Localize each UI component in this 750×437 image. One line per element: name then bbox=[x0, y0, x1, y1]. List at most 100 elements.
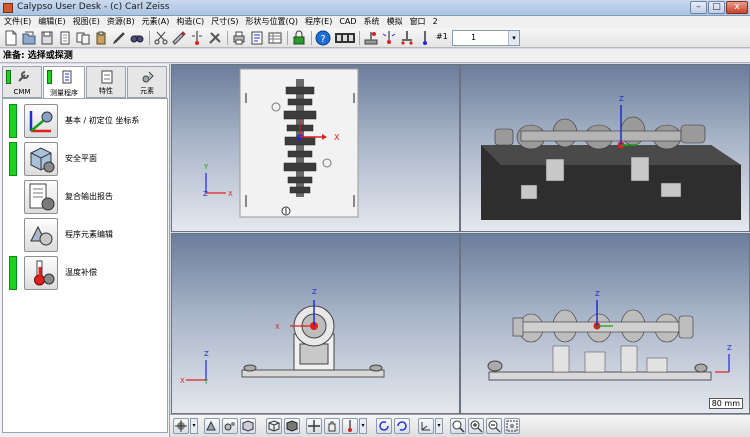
feature-icon[interactable] bbox=[222, 418, 238, 434]
solid-icon[interactable] bbox=[284, 418, 300, 434]
viewport-front-view[interactable]: Z X Z X Y bbox=[171, 233, 460, 414]
scissors-icon[interactable] bbox=[153, 30, 169, 46]
x-axis-label: X bbox=[228, 190, 233, 198]
probe-change-icon[interactable] bbox=[381, 30, 397, 46]
menu-view[interactable]: 视图(E) bbox=[69, 16, 103, 28]
menu-size[interactable]: 尺寸(S) bbox=[207, 16, 241, 28]
find-icon[interactable] bbox=[129, 30, 145, 46]
film-icon[interactable] bbox=[334, 30, 356, 46]
svg-text:?: ? bbox=[320, 34, 325, 45]
stylus-icon[interactable] bbox=[399, 30, 415, 46]
y-axis-label: Y bbox=[203, 163, 209, 171]
panel-tabs: CMM 测量程序 特性 元素 bbox=[2, 66, 168, 99]
view-mode-icon[interactable] bbox=[173, 418, 189, 434]
viewport-side-view[interactable]: Z Z 80 mm bbox=[460, 233, 750, 414]
probe-view-icon[interactable] bbox=[342, 418, 358, 434]
save-icon[interactable] bbox=[39, 30, 55, 46]
close-button[interactable]: x bbox=[726, 1, 748, 14]
menu-program[interactable]: 程序(E) bbox=[301, 16, 335, 28]
move-icon[interactable] bbox=[306, 418, 322, 434]
list-item: 基本 / 初定位 坐标系 bbox=[9, 104, 164, 138]
zoom-fit-icon[interactable] bbox=[450, 418, 466, 434]
menu-form-position[interactable]: 形状与位置(Q) bbox=[242, 16, 302, 28]
status-indicator bbox=[9, 256, 17, 290]
tools-icon[interactable] bbox=[207, 30, 223, 46]
tab-measurement-plan[interactable]: 测量程序 bbox=[43, 66, 85, 99]
tab-label: 特性 bbox=[99, 87, 113, 95]
plan-icon bbox=[62, 70, 72, 84]
clearance-planes-button[interactable] bbox=[24, 142, 58, 176]
program-element-editor-button[interactable] bbox=[24, 218, 58, 252]
zoom-window-icon[interactable] bbox=[504, 418, 520, 434]
menu-window[interactable]: 窗口 bbox=[406, 16, 429, 28]
item-label: 温度补偿 bbox=[65, 268, 97, 277]
chevron-down-icon[interactable]: ▾ bbox=[359, 418, 367, 434]
zoom-in-icon[interactable] bbox=[468, 418, 484, 434]
status-indicator bbox=[9, 142, 17, 176]
print-icon[interactable] bbox=[231, 30, 247, 46]
menu-resources[interactable]: 资源(B) bbox=[103, 16, 138, 28]
feature-icon bbox=[142, 71, 154, 83]
tab-label: 元素 bbox=[140, 87, 154, 95]
pen-icon[interactable] bbox=[111, 30, 127, 46]
menu-edit[interactable]: 编辑(E) bbox=[34, 16, 68, 28]
maximize-button[interactable]: □ bbox=[708, 1, 725, 14]
chevron-down-icon[interactable]: ▾ bbox=[190, 418, 198, 434]
scale-label: 80 mm bbox=[708, 398, 743, 409]
measurement-plan-panel: 基本 / 初定位 坐标系 安全平面 复合输出报告 程序元素编辑 温度补偿 bbox=[2, 98, 168, 433]
chevron-down-icon[interactable]: ▾ bbox=[508, 31, 519, 45]
wireframe-icon[interactable] bbox=[266, 418, 282, 434]
menu-cad[interactable]: CAD bbox=[335, 16, 359, 28]
shapes-icon bbox=[30, 225, 53, 246]
z-axis-label: Z bbox=[312, 288, 317, 296]
viewport-top-view[interactable]: X Y Z X bbox=[171, 64, 460, 232]
measure-icon[interactable] bbox=[171, 30, 187, 46]
document-icon[interactable] bbox=[57, 30, 73, 46]
temperature-compensation-button[interactable] bbox=[24, 256, 58, 290]
help-icon[interactable]: ? bbox=[315, 30, 331, 46]
menu-simulation[interactable]: 模拟 bbox=[383, 16, 406, 28]
paste-icon[interactable] bbox=[93, 30, 109, 46]
rotate-left-icon[interactable] bbox=[376, 418, 392, 434]
menu-bar: 文件(E) 编辑(E) 视图(E) 资源(B) 元素(A) 构造(C) 尺寸(S) 形状与位置… bbox=[0, 16, 750, 28]
report-icon[interactable] bbox=[249, 30, 265, 46]
coordinate-system-icon bbox=[29, 111, 53, 133]
tab-cmm[interactable]: CMM bbox=[2, 66, 42, 98]
menu-system[interactable]: 系统 bbox=[360, 16, 383, 28]
new-file-icon[interactable] bbox=[3, 30, 19, 46]
open-file-icon[interactable] bbox=[21, 30, 37, 46]
x-axis-label: X bbox=[180, 377, 185, 385]
menu-features[interactable]: 元素(A) bbox=[138, 16, 173, 28]
base-alignment-button[interactable] bbox=[24, 104, 58, 138]
rotate-right-icon[interactable] bbox=[394, 418, 410, 434]
item-label: 程序元素编辑 bbox=[65, 230, 113, 239]
compound-report-button[interactable] bbox=[24, 180, 58, 214]
item-label: 复合输出报告 bbox=[65, 192, 113, 201]
list-item: 程序元素编辑 bbox=[9, 218, 164, 252]
minimize-button[interactable]: – bbox=[690, 1, 707, 14]
chevron-down-icon[interactable]: ▾ bbox=[435, 418, 443, 434]
stylus-select-value: 1 bbox=[471, 33, 477, 42]
probe-icon[interactable] bbox=[189, 30, 205, 46]
viewport-isometric-view[interactable]: Z bbox=[460, 64, 750, 232]
tab-features[interactable]: 元素 bbox=[127, 66, 167, 98]
menu-help[interactable]: 2 bbox=[429, 16, 441, 28]
cmm-run-icon[interactable] bbox=[363, 30, 379, 46]
status-indicator bbox=[6, 70, 11, 84]
stylus-select[interactable]: 1 ▾ bbox=[452, 30, 520, 46]
copy-icon[interactable] bbox=[75, 30, 91, 46]
axis-icon[interactable] bbox=[418, 418, 434, 434]
table-icon[interactable] bbox=[267, 30, 283, 46]
box-icon[interactable] bbox=[240, 418, 256, 434]
zoom-out-icon[interactable] bbox=[486, 418, 502, 434]
shapes-icon[interactable] bbox=[204, 418, 220, 434]
menu-construct[interactable]: 构造(C) bbox=[172, 16, 207, 28]
lock-icon[interactable] bbox=[291, 30, 307, 46]
tab-characteristics[interactable]: 特性 bbox=[86, 66, 126, 98]
main-toolbar: ? #1 1 ▾ bbox=[0, 28, 750, 48]
menu-file[interactable]: 文件(E) bbox=[0, 16, 34, 28]
hand-icon[interactable] bbox=[324, 418, 340, 434]
left-panel: CMM 测量程序 特性 元素 基本 / 初定位 坐标系 安全平面 复合输出报告 … bbox=[0, 64, 170, 437]
status-indicator bbox=[47, 70, 52, 84]
stylus-system-icon[interactable] bbox=[417, 30, 433, 46]
